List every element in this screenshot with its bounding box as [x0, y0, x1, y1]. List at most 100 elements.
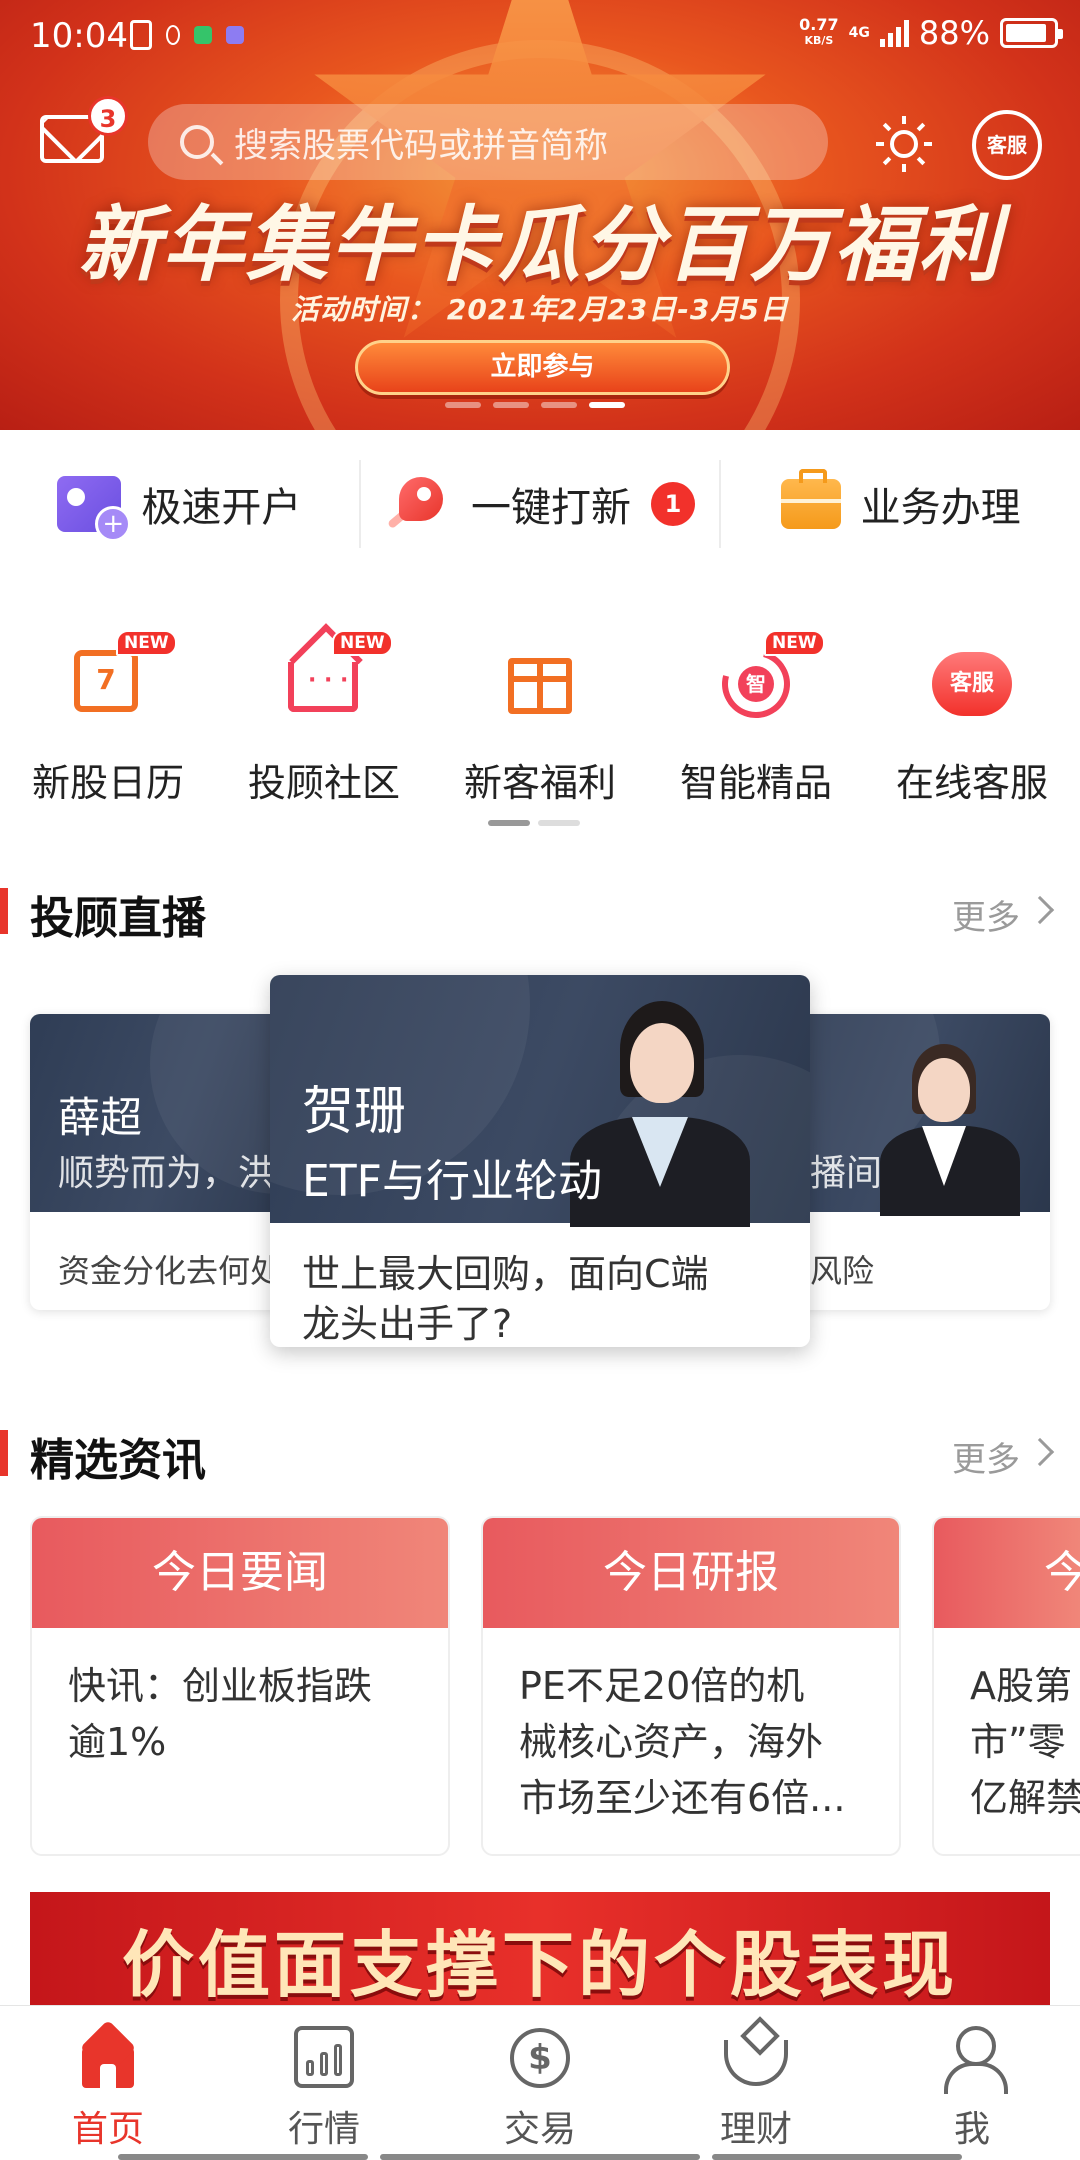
quick-open-account[interactable]: 极速开户: [0, 460, 359, 548]
quick-action-label: 业务办理: [860, 485, 1021, 531]
chevron-right-icon[interactable]: [1025, 895, 1055, 925]
news-line: PE不足20倍的机: [519, 1664, 805, 1708]
quick-business-handling[interactable]: 业务办理: [721, 460, 1080, 548]
trade-dollar-icon: $: [508, 2026, 572, 2090]
news-card-body: PE不足20倍的机 械核心资产，海外 市场至少还有6倍...: [483, 1628, 899, 1826]
network-speed-value: 0.77: [799, 15, 839, 34]
status-right: 0.77 KB/S 4G 88%: [799, 14, 1063, 52]
system-nav-bar: [118, 2154, 368, 2160]
new-badge: NEW: [116, 630, 177, 656]
search-icon: [180, 125, 214, 159]
calendar-icon: 7 NEW: [68, 630, 177, 720]
open-account-icon: [57, 476, 132, 542]
advisor-name: 贺珊: [302, 1082, 407, 1142]
live-section-header: 投顾直播 更多: [0, 880, 1080, 944]
customer-service-button[interactable]: 客服: [972, 110, 1042, 180]
news-card[interactable]: 今日研报 PE不足20倍的机 械核心资产，海外 市场至少还有6倍...: [481, 1516, 901, 1856]
nav-home[interactable]: 首页: [0, 2006, 216, 2160]
news-card[interactable]: 今日要闻 快讯：创业板指跌 逾1%: [30, 1516, 450, 1856]
live-subtitle: 播间: [810, 1153, 883, 1194]
news-card-header: 今: [934, 1518, 1080, 1628]
theme-toggle-sun-icon[interactable]: [876, 116, 932, 172]
bottom-navigation: 首页 行情 $ 交易 理财 我: [0, 2005, 1080, 2160]
banner-date: 活动时间： 2021年2月23日-3月5日: [291, 293, 789, 326]
nav-me[interactable]: 我: [864, 2006, 1080, 2160]
mail-badge: 3: [88, 96, 128, 136]
grid-item-ipo-calendar[interactable]: 7 NEW 新股日历: [0, 620, 216, 820]
news-section-header: 精选资讯 更多: [0, 1422, 1080, 1486]
banner-join-button[interactable]: 立即参与: [355, 340, 730, 395]
network-type: 4G: [848, 25, 870, 41]
grid-item-online-service[interactable]: 客服 在线客服: [864, 620, 1080, 820]
nav-label: 行情: [287, 2109, 360, 2150]
quick-ipo-subscribe[interactable]: 一键打新 1: [361, 460, 720, 548]
nav-wealth[interactable]: 理财: [648, 2006, 864, 2160]
battery-icon: [1000, 18, 1063, 48]
service-icon-text: 客服: [932, 652, 1012, 716]
grid-item-label: 新股日历: [31, 761, 184, 805]
gift-icon: [500, 640, 580, 720]
grid-item-smart-picks[interactable]: 智 NEW 智能精品: [648, 620, 864, 820]
wealth-icon: [724, 2026, 788, 2090]
live-card-featured[interactable]: 贺珊 ETF与行业轮动 世上最大回购，面向C端 龙头出手了?: [270, 975, 810, 1347]
signal-icon: [879, 19, 909, 47]
smart-icon: 智 NEW: [709, 630, 825, 731]
nav-market[interactable]: 行情: [216, 2006, 432, 2160]
grid-item-label: 投顾社区: [247, 761, 400, 805]
live-description: 龙头出手了?: [302, 1302, 513, 1346]
community-icon: NEW: [284, 630, 393, 720]
home-icon: [76, 2026, 140, 2090]
grid-dot: [538, 820, 580, 826]
news-card[interactable]: 今 A股第 市”零 亿解禁: [932, 1516, 1080, 1856]
grid-item-label: 在线客服: [895, 761, 1048, 805]
briefcase-icon: [780, 469, 841, 529]
vibrate-icon: [130, 20, 152, 50]
news-more-link[interactable]: 更多: [952, 1432, 1020, 1481]
status-time: 10:04: [30, 16, 128, 56]
banner-pagination: [445, 402, 625, 408]
quick-actions-row: 极速开户 一键打新 1 业务办理: [0, 430, 1080, 578]
banner-dot: [445, 402, 481, 408]
search-placeholder: 搜索股票代码或拼音简称: [234, 125, 608, 166]
nav-label: 首页: [71, 2109, 144, 2150]
banner-dot: [541, 402, 577, 408]
customer-service-icon: 客服: [932, 640, 1012, 720]
news-line: 逾1%: [68, 1720, 167, 1764]
market-chart-icon: [292, 2026, 356, 2090]
section-title: 精选资讯: [30, 1435, 206, 1486]
section-accent-bar: [0, 888, 8, 934]
grid-item-label: 智能精品: [679, 761, 832, 805]
chevron-right-icon[interactable]: [1025, 1437, 1055, 1467]
app-notification-icon: [194, 26, 212, 44]
banner-dot-active: [589, 402, 625, 408]
rocket-icon: [385, 471, 451, 537]
grid-pagination: [488, 820, 580, 826]
nav-trade[interactable]: $ 交易: [432, 2006, 648, 2160]
news-line: 亿解禁: [970, 1776, 1080, 1820]
grid-item-new-client-benefits[interactable]: 新客福利: [432, 620, 648, 820]
promo-strip-banner[interactable]: 价值面支撑下的个股表现: [30, 1892, 1050, 2007]
quick-action-badge: 1: [651, 482, 695, 526]
new-badge: NEW: [764, 630, 825, 656]
status-notification-icons: [130, 20, 244, 50]
news-card-header: 今日研报: [483, 1518, 899, 1628]
banner-dot: [493, 402, 529, 408]
calendar-day: 7: [74, 650, 138, 712]
advisor-name: 薛超: [58, 1093, 143, 1142]
live-description: 世上最大回购，面向C端: [302, 1252, 709, 1296]
grid-item-advisor-community[interactable]: NEW 投顾社区: [216, 620, 432, 820]
news-card-body: 快讯：创业板指跌 逾1%: [32, 1628, 448, 1770]
section-title: 投顾直播: [30, 893, 206, 944]
live-description: 资金分化去何处: [58, 1252, 283, 1290]
new-badge: NEW: [332, 630, 393, 656]
news-line: 快讯：创业板指跌: [68, 1664, 373, 1708]
quick-action-label: 极速开户: [141, 485, 302, 531]
battery-percent: 88%: [918, 14, 990, 52]
live-more-link[interactable]: 更多: [952, 890, 1020, 939]
search-input[interactable]: 搜索股票代码或拼音简称: [148, 104, 828, 180]
grid-item-label: 新客福利: [463, 761, 616, 805]
system-nav-bar: [712, 2154, 962, 2160]
network-speed-unit: KB/S: [804, 34, 834, 47]
notification-icon: [166, 25, 180, 45]
promo-strip-text: 价值面支撑下的个股表现: [121, 1923, 958, 2007]
